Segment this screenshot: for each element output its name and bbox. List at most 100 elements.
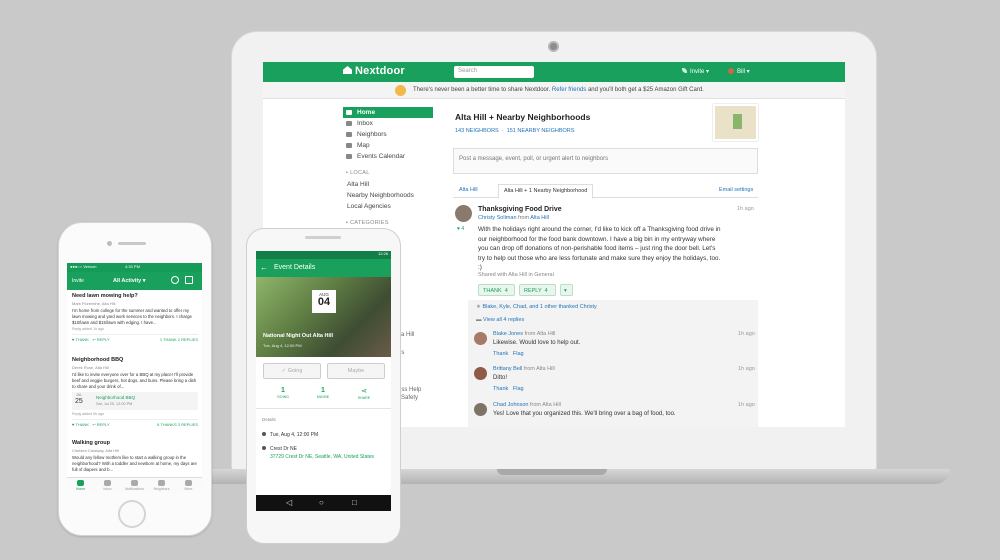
- categories-heading: ▪ CATEGORIES: [346, 220, 389, 226]
- reply-flag-link[interactable]: Flag: [513, 386, 524, 392]
- activity-filter-dropdown[interactable]: All Activity ▾: [113, 278, 146, 284]
- top-navigation-bar: Nextdoor Search Invite ▾ Bill ▾: [263, 62, 845, 82]
- post-composer-input[interactable]: Post a message, event, poll, or urgent a…: [453, 148, 758, 174]
- post-thank-count: ♥ 4: [457, 226, 465, 232]
- gift-icon: [395, 85, 406, 96]
- going-button[interactable]: ✓ Going: [263, 363, 321, 379]
- neighbors-count-link[interactable]: 143 NEIGHBORS: [455, 128, 499, 134]
- tab-neighbors[interactable]: Neighbors: [148, 480, 175, 491]
- email-settings-link[interactable]: Email settings: [719, 187, 753, 193]
- search-input[interactable]: Search: [454, 66, 534, 78]
- clock-icon: [262, 432, 266, 436]
- post-more-dropdown[interactable]: ▾: [560, 284, 573, 296]
- app-header: Invite All Activity ▾: [67, 272, 202, 290]
- sidebar-item-inbox[interactable]: Inbox: [343, 118, 433, 129]
- share-icon: ⋖: [361, 388, 367, 395]
- maybe-count[interactable]: 1 MAYBE: [308, 387, 338, 399]
- sidebar-item-home[interactable]: Home: [343, 107, 433, 118]
- thanked-summary: ★ Blake, Kyle, Chad, and 1 other thanked…: [476, 304, 597, 310]
- reply-timestamp: 1h ago: [738, 331, 755, 337]
- back-arrow-icon[interactable]: ←: [260, 263, 268, 272]
- reply-thank-link[interactable]: Thank: [493, 351, 508, 357]
- status-bar: 12:26: [256, 251, 391, 259]
- thank-button[interactable]: ♥ THANK: [72, 337, 89, 342]
- status-bar: ●●●○○ Verizon 4:33 PM: [67, 263, 202, 272]
- iphone-home-button[interactable]: [118, 500, 146, 528]
- sidebar-item-map[interactable]: Map: [343, 140, 433, 151]
- post-location-link[interactable]: Alta Hill: [530, 215, 549, 221]
- post-byline: Christy Soliman from Alta Hill: [478, 215, 549, 221]
- search-icon[interactable]: [171, 276, 179, 284]
- reply-author-link[interactable]: Brittany Bell: [493, 366, 522, 372]
- compose-icon[interactable]: [185, 276, 193, 284]
- view-all-replies-link[interactable]: ▬ View all 4 replies: [476, 317, 524, 323]
- event-address-link[interactable]: 37729 Crest Dr NE, Seattle, WA, United S…: [270, 454, 380, 461]
- share-button[interactable]: ⋖ SHARE: [349, 387, 379, 400]
- reply-text: Yes! Love that you organized this. We'll…: [493, 411, 676, 417]
- tab-home[interactable]: Home: [67, 480, 94, 491]
- going-count[interactable]: 1 GOING: [268, 387, 298, 399]
- reply-author-link[interactable]: Chad Johnson: [493, 402, 528, 408]
- sidebar-local-alta-hill[interactable]: Alta Hill: [343, 179, 433, 190]
- reply-actions: Thank Flag: [493, 351, 524, 357]
- refer-friends-link[interactable]: Refer friends: [552, 87, 586, 93]
- list-item[interactable]: Walking group Chelsea Caraway, Alta Hill…: [72, 440, 198, 472]
- avatar[interactable]: [474, 332, 487, 345]
- post-counts[interactable]: 6 THANKS 3 REPLIES: [157, 422, 198, 427]
- sidebar-item-neighbors[interactable]: Neighbors: [343, 129, 433, 140]
- thank-button[interactable]: ♥ THANK: [72, 422, 89, 427]
- bottom-tab-bar: Home Inbox Notifications Neighbors More: [67, 477, 202, 493]
- reply-thank-link[interactable]: Thank: [493, 386, 508, 392]
- rsvp-panel: ✓ Going Maybe 1 GOING 1 MAYBE ⋖ SHARE: [256, 357, 391, 409]
- reply-button[interactable]: REPLY 4: [519, 284, 556, 296]
- reply-author: Chad Johnson from Alta Hill: [493, 402, 561, 408]
- invite-menu[interactable]: Invite ▾: [682, 68, 709, 75]
- sidebar-local-nearby[interactable]: Nearby Neighborhoods: [343, 190, 433, 201]
- avatar[interactable]: [474, 367, 487, 380]
- invite-button[interactable]: Invite: [72, 278, 84, 284]
- user-menu[interactable]: Bill ▾: [728, 68, 750, 75]
- maybe-button[interactable]: Maybe: [327, 363, 385, 379]
- post-shared-info: Shared with Alta Hill in General: [478, 272, 554, 278]
- list-item[interactable]: Need lawn mowing help? Mark Florentine, …: [72, 293, 198, 342]
- nav-home-icon[interactable]: ○: [319, 498, 324, 507]
- sidebar-local-agencies[interactable]: Local Agencies: [343, 201, 433, 212]
- iphone-screen: ●●●○○ Verizon 4:33 PM Invite All Activity…: [67, 263, 202, 493]
- reply-button[interactable]: ↩ REPLY: [92, 422, 109, 427]
- app-header: ← Event Details: [256, 259, 391, 277]
- tab-alta-hill[interactable]: Alta Hill: [459, 187, 478, 193]
- nav-recents-icon[interactable]: □: [352, 498, 357, 507]
- event-card[interactable]: JUL 25 Neighborhood BBQ Sat, Jul 25, 12:…: [72, 392, 198, 411]
- tab-more[interactable]: More: [175, 480, 202, 491]
- list-item[interactable]: Neighborhood BBQ Derek Rose, Alta Hill I…: [72, 357, 198, 427]
- thank-button[interactable]: THANK 4: [478, 284, 515, 296]
- nearby-neighbors-link[interactable]: 151 NEARBY NEIGHBORS: [507, 128, 575, 134]
- post-title: Neighborhood BBQ: [72, 357, 124, 363]
- comment-icon: ▬: [476, 317, 484, 323]
- post-counts[interactable]: 1 THANK 2 REPLIES: [160, 337, 198, 342]
- reply-text: Likewise. Would love to help out.: [493, 340, 581, 346]
- avatar[interactable]: [455, 205, 472, 222]
- nav-back-icon[interactable]: ◁: [286, 498, 292, 507]
- reply-flag-link[interactable]: Flag: [513, 351, 524, 357]
- laptop-base-notch: [497, 469, 607, 475]
- iphone-speaker: [118, 242, 146, 245]
- tab-notifications[interactable]: Notifications: [121, 480, 148, 491]
- replies-panel: ★ Blake, Kyle, Chad, and 1 other thanked…: [468, 300, 758, 427]
- reply-author: Brittany Bell from Alta Hill: [493, 366, 555, 372]
- tab-alta-hill-nearby[interactable]: Alta Hill + 1 Nearby Neighborhood: [498, 184, 594, 199]
- post-title[interactable]: Thanksgiving Food Drive: [478, 206, 562, 213]
- more-icon: [185, 480, 192, 486]
- neighbor-count-links: 143 NEIGHBORS · 151 NEARBY NEIGHBORS: [455, 128, 575, 134]
- post-author-link[interactable]: Christy Soliman: [478, 215, 517, 221]
- tab-inbox[interactable]: Inbox: [94, 480, 121, 491]
- reply-author-link[interactable]: Blake Jones: [493, 331, 523, 337]
- sidebar-item-events-calendar[interactable]: Events Calendar: [343, 151, 433, 162]
- neighborhood-map-thumbnail[interactable]: [713, 104, 758, 141]
- nextdoor-logo[interactable]: Nextdoor: [343, 65, 405, 77]
- post-body: I'm home from college for the summer and…: [72, 308, 192, 325]
- post-title: Need lawn mowing help?: [72, 293, 138, 299]
- reply-timestamp: 1h ago: [738, 366, 755, 372]
- avatar[interactable]: [474, 403, 487, 416]
- reply-button[interactable]: ↩ REPLY: [92, 337, 109, 342]
